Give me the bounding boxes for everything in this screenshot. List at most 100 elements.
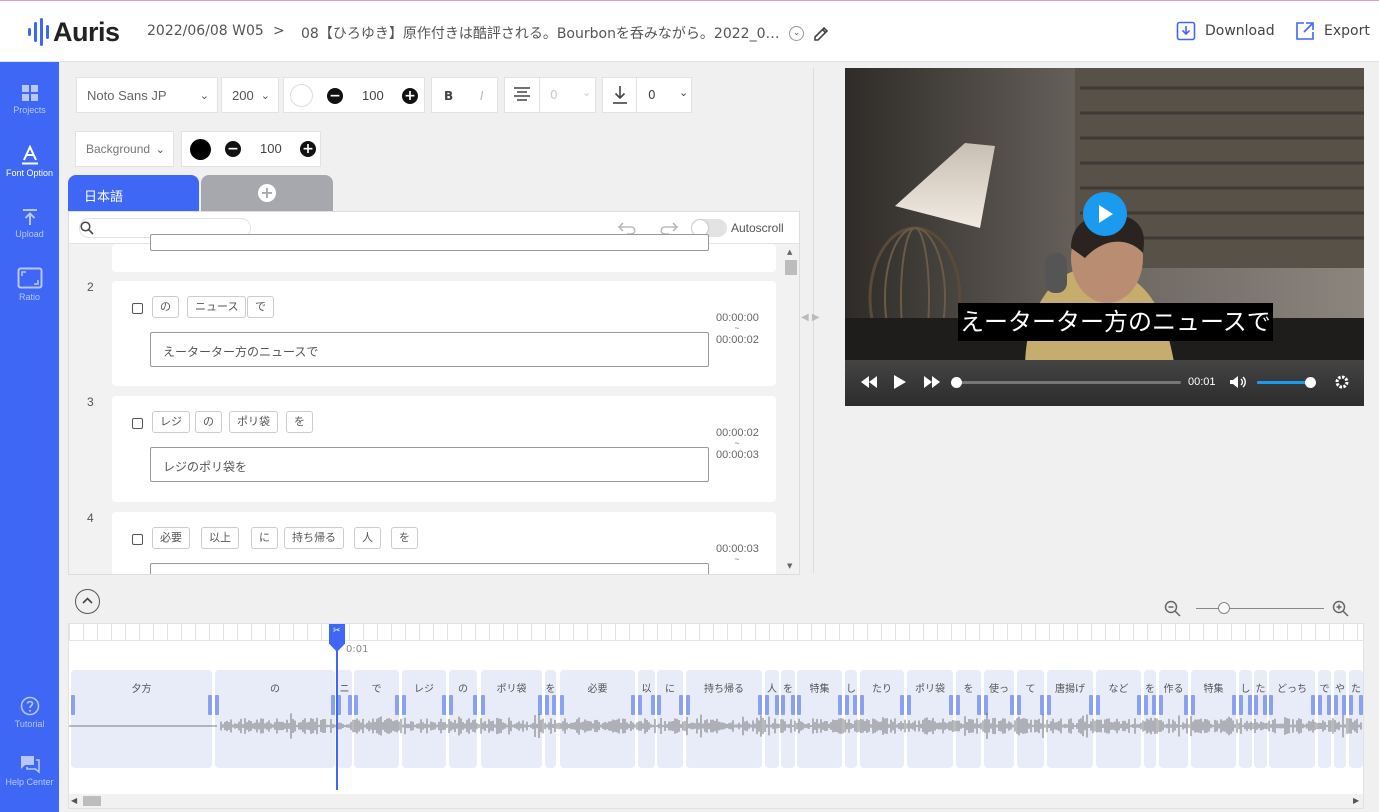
list-scrollbar[interactable]: ▲ ▼ bbox=[783, 244, 799, 574]
collapse-timeline-button[interactable] bbox=[75, 589, 100, 614]
scrollbar-thumb[interactable] bbox=[785, 260, 797, 275]
font-family-select[interactable]: Noto Sans JP ⌄ bbox=[76, 77, 218, 113]
volume-handle[interactable] bbox=[1305, 377, 1317, 388]
token-chip[interactable]: ポリ袋 bbox=[229, 411, 278, 433]
resize-handle-icon[interactable]: ◀ ▶ bbox=[801, 312, 820, 323]
scroll-up-arrow-icon[interactable]: ▲ bbox=[787, 248, 792, 256]
playhead-time-label: 0:01 bbox=[346, 644, 369, 655]
timeline-scrollbar[interactable]: ◀ ▶ bbox=[69, 794, 1363, 808]
undo-icon[interactable] bbox=[617, 221, 639, 235]
volume-icon[interactable] bbox=[1229, 375, 1247, 389]
seek-handle[interactable] bbox=[951, 377, 962, 388]
sidebar-item-help-center[interactable]: Help Center bbox=[0, 754, 59, 787]
subtitle-text-field[interactable]: レジのポリ袋を bbox=[150, 447, 709, 482]
row-checkbox[interactable] bbox=[132, 418, 143, 429]
scrollbar-thumb[interactable] bbox=[83, 796, 101, 806]
token-chip[interactable]: で bbox=[247, 296, 274, 318]
token-chip[interactable]: の bbox=[195, 411, 222, 433]
end-time[interactable]: 00:00:03 bbox=[716, 448, 759, 462]
start-time[interactable]: 00:00:02 bbox=[716, 426, 759, 440]
background-opacity-value[interactable]: 100 bbox=[260, 141, 282, 156]
timeline-segment-label: に bbox=[665, 684, 675, 695]
end-time[interactable]: 00:00:02 bbox=[716, 333, 759, 347]
video-player[interactable]: えーターター方のニュースで 00:01 bbox=[845, 68, 1364, 406]
app-header: Auris 2022/06/08 W05 > 08【ひろゆき】原作付きは酷評され… bbox=[0, 0, 1379, 62]
volume-level bbox=[1257, 381, 1310, 384]
subtitle-text-field[interactable] bbox=[150, 563, 709, 574]
align-value[interactable]: 0 bbox=[550, 88, 558, 102]
divider bbox=[636, 78, 637, 112]
play-icon[interactable] bbox=[893, 374, 907, 390]
download-label: Download bbox=[1205, 23, 1275, 39]
zoom-in-icon[interactable] bbox=[1332, 600, 1350, 618]
play-overlay-button[interactable] bbox=[1083, 192, 1127, 236]
bold-button[interactable]: B bbox=[444, 89, 453, 103]
download-button[interactable]: Download bbox=[1176, 21, 1275, 41]
token-chip[interactable]: 持ち帰る bbox=[284, 527, 344, 549]
scroll-right-arrow-icon[interactable]: ▶ bbox=[1353, 796, 1359, 805]
zoom-handle[interactable] bbox=[1218, 602, 1231, 614]
background-color-opacity-group: − 100 + bbox=[181, 131, 321, 167]
pencil-icon[interactable] bbox=[812, 25, 830, 43]
text-color-swatch[interactable] bbox=[290, 84, 313, 107]
start-time[interactable]: 00:00:00 bbox=[716, 311, 759, 325]
video-controls: 00:01 bbox=[845, 360, 1364, 406]
token-chip[interactable]: 人 bbox=[354, 527, 381, 549]
seek-bar[interactable] bbox=[955, 381, 1181, 384]
auris-logo[interactable]: Auris bbox=[28, 15, 120, 49]
token-chip[interactable]: ニュース bbox=[187, 296, 247, 318]
start-time[interactable]: 00:00:03 bbox=[716, 542, 759, 556]
sidebar-item-projects[interactable]: Projects bbox=[0, 84, 59, 115]
token-chip[interactable]: 以上 bbox=[201, 527, 239, 549]
scroll-left-arrow-icon[interactable]: ◀ bbox=[71, 796, 77, 805]
time-separator: ~ bbox=[734, 439, 740, 448]
position-value[interactable]: 0 bbox=[648, 88, 656, 102]
add-language-tab[interactable]: + bbox=[201, 175, 333, 211]
project-title: 08【ひろゆき】原作付きは酷評される。Bourbonを呑みながら。2022_06… bbox=[301, 26, 785, 42]
minus-icon[interactable]: − bbox=[225, 141, 241, 157]
timeline-segment-label: を bbox=[963, 684, 974, 695]
chevron-down-icon[interactable]: ⌄ bbox=[789, 26, 804, 41]
subtitle-text-field[interactable] bbox=[150, 234, 709, 251]
row-checkbox[interactable] bbox=[132, 534, 143, 545]
sidebar-item-ratio[interactable]: Ratio bbox=[0, 267, 59, 302]
redo-icon[interactable] bbox=[657, 221, 679, 235]
playhead[interactable]: ✂ bbox=[329, 624, 345, 790]
token-chip[interactable]: レジ bbox=[152, 411, 190, 433]
token-chip[interactable]: に bbox=[251, 527, 278, 549]
background-mode-select[interactable]: Background ⌄ bbox=[75, 131, 174, 167]
text-opacity-value[interactable]: 100 bbox=[362, 88, 384, 103]
timeline-segment-label: ポリ袋 bbox=[915, 684, 945, 695]
timeline[interactable]: 0:01 夕方のニでレジのポリ袋を必要以に持ち帰る人を特集したり ポリ袋を使って唐… bbox=[68, 623, 1364, 809]
sidebar-item-upload[interactable]: Upload bbox=[0, 208, 59, 239]
token-chip[interactable]: 必要 bbox=[152, 527, 190, 549]
settings-gear-icon[interactable] bbox=[1334, 374, 1350, 390]
rewind-icon[interactable] bbox=[860, 375, 878, 389]
plus-icon[interactable]: + bbox=[402, 88, 418, 104]
token-chip[interactable]: の bbox=[152, 296, 179, 318]
sidebar-item-font-option[interactable]: Font Option bbox=[0, 145, 59, 178]
tab-japanese[interactable]: 日本語 bbox=[68, 175, 199, 211]
token-chip[interactable]: を bbox=[286, 411, 313, 433]
download-icon bbox=[1176, 21, 1196, 41]
subtitle-text-field[interactable]: えーターター方のニュースで bbox=[150, 332, 709, 367]
sidebar-item-tutorial[interactable]: Tutorial bbox=[0, 696, 59, 729]
export-button[interactable]: Export bbox=[1295, 21, 1370, 41]
subtitle-card: レジ の ポリ袋 を レジのポリ袋を 00:00:02 ~ 00:00:03 bbox=[112, 396, 776, 502]
italic-button[interactable]: I bbox=[480, 89, 484, 103]
align-center-icon[interactable] bbox=[513, 86, 531, 104]
breadcrumb-date[interactable]: 2022/06/08 W05 bbox=[147, 23, 264, 39]
scroll-down-arrow-icon[interactable]: ▼ bbox=[787, 562, 792, 570]
timeline-segment-label: て bbox=[1025, 684, 1036, 695]
plus-icon[interactable]: + bbox=[300, 141, 316, 157]
zoom-slider[interactable] bbox=[1196, 608, 1324, 609]
align-bottom-icon[interactable] bbox=[611, 85, 629, 105]
fast-forward-icon[interactable] bbox=[923, 375, 941, 389]
zoom-out-icon[interactable] bbox=[1164, 600, 1182, 618]
background-color-swatch[interactable] bbox=[190, 139, 211, 160]
token-chip[interactable]: を bbox=[391, 527, 418, 549]
font-weight-select[interactable]: 200 ⌄ bbox=[221, 77, 279, 113]
minus-icon[interactable]: − bbox=[327, 88, 343, 104]
breadcrumb-separator: > bbox=[273, 23, 285, 39]
row-checkbox[interactable] bbox=[132, 303, 143, 314]
